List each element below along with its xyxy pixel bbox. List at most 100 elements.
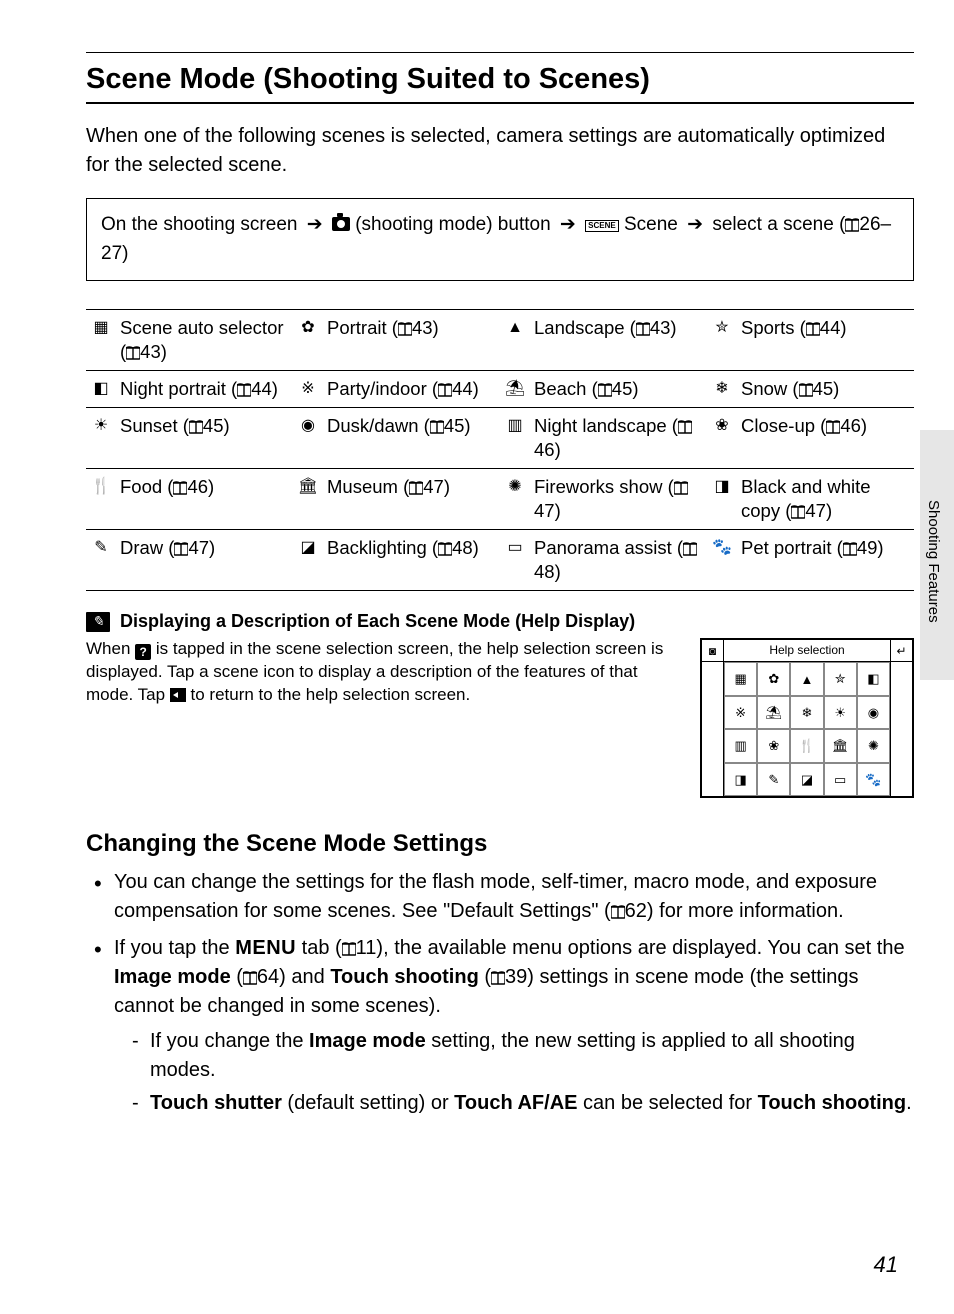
- scene-label: Sports (44): [741, 316, 910, 340]
- book-icon: [806, 322, 820, 336]
- scene-cell: ◪ Backlighting (48): [293, 530, 500, 591]
- text-frag: tab (: [296, 937, 342, 959]
- scene-cell: ❀Close-up (46): [707, 408, 914, 469]
- text-frag: can be selected for: [578, 1092, 758, 1114]
- help-text: When ? is tapped in the scene selection …: [86, 638, 682, 798]
- scene-cell: ▭Panorama assist (48): [500, 530, 707, 591]
- book-icon: [409, 481, 423, 495]
- book-icon: [173, 481, 187, 495]
- scene-label: Snow (45): [741, 377, 910, 401]
- text-frag: 11), the available menu options are disp…: [356, 937, 905, 959]
- hs-grid-icon: ◧: [857, 662, 890, 696]
- back-icon: [170, 688, 186, 702]
- dash-item: Touch shutter (default setting) or Touch…: [132, 1089, 914, 1118]
- hs-grid-icon: ▦: [724, 662, 757, 696]
- text-frag: 64) and: [257, 966, 330, 988]
- scene-cell: ✮ Sports (44): [707, 310, 914, 371]
- book-icon: [598, 383, 612, 397]
- hs-grid-icon: ✎: [757, 763, 790, 797]
- sports-icon: ✮: [711, 316, 733, 340]
- backlighting-icon: ◪: [297, 536, 319, 560]
- bold-term: Image mode: [309, 1030, 426, 1052]
- nav-scene-word: Scene: [624, 214, 678, 235]
- scene-cell: ◧Night portrait (44): [86, 371, 293, 408]
- book-icon: [845, 218, 859, 232]
- scene-label: Night landscape (46): [534, 414, 703, 462]
- beach-icon: ⛱: [504, 377, 526, 401]
- hs-grid-icon: 🍴: [790, 729, 823, 763]
- scene-cell: ❄Snow (45): [707, 371, 914, 408]
- intro-paragraph: When one of the following scenes is sele…: [86, 122, 914, 180]
- scene-label: Backlighting (48): [327, 536, 496, 560]
- scene-cell: ◨Black and white copy (47): [707, 469, 914, 530]
- hs-grid-icon: ※: [724, 696, 757, 730]
- scene-label: Pet portrait (49): [741, 536, 910, 560]
- sunset-icon: ☀: [90, 414, 112, 438]
- scene-cell: ⛱Beach (45): [500, 371, 707, 408]
- arrow-icon: ➔: [687, 214, 703, 235]
- scene-cell: ▥Night landscape (46): [500, 408, 707, 469]
- dash-item: If you change the Image mode setting, th…: [132, 1027, 914, 1085]
- night-landscape-icon: ▥: [504, 414, 526, 462]
- scene-cell: 🏛Museum (47): [293, 469, 500, 530]
- bullet-item: You can change the settings for the flas…: [86, 868, 914, 926]
- scene-cell: ※Party/indoor (44): [293, 371, 500, 408]
- help-text-frag: to return to the help selection screen.: [186, 685, 470, 704]
- arrow-icon: ➔: [307, 214, 323, 235]
- scene-label: Fireworks show (47): [534, 475, 703, 523]
- hs-grid-icon: ✮: [824, 662, 857, 696]
- hs-icon-grid: ▦✿▲✮◧※⛱❄☀◉▥❀🍴🏛✺◨✎◪▭🐾: [724, 662, 890, 796]
- book-icon: [491, 971, 505, 985]
- bold-term: Touch shooting: [758, 1092, 907, 1114]
- question-icon: ?: [135, 644, 151, 660]
- hs-title: Help selection: [724, 640, 890, 661]
- hs-grid-icon: ▭: [824, 763, 857, 797]
- book-icon: [799, 383, 813, 397]
- hs-back-icon: ↵: [890, 640, 912, 661]
- scene-label: Draw (47): [120, 536, 289, 560]
- book-icon: [438, 383, 452, 397]
- book-icon: [438, 542, 452, 556]
- book-icon: [237, 383, 251, 397]
- scene-label: Sunset (45): [120, 414, 289, 438]
- help-text-frag: When: [86, 639, 135, 658]
- scene-table: ▦Scene auto selector (43)✿Portrait (43)▲…: [86, 309, 914, 591]
- scene-label: Dusk/dawn (45): [327, 414, 496, 438]
- top-rule: [86, 52, 914, 53]
- bold-term: Touch shooting: [330, 966, 479, 988]
- scene-icon: SCENE: [585, 220, 619, 232]
- bullet-item: If you tap the MENU tab (11), the availa…: [86, 934, 914, 1118]
- book-icon: [843, 542, 857, 556]
- bold-term: Image mode: [114, 966, 231, 988]
- book-icon: [243, 971, 257, 985]
- hs-grid-icon: ❄: [790, 696, 823, 730]
- text-frag: (default setting) or: [282, 1092, 454, 1114]
- hs-grid-icon: ⛱: [757, 696, 790, 730]
- scene-cell: ☀ Sunset (45): [86, 408, 293, 469]
- page-title: Scene Mode (Shooting Suited to Scenes): [86, 63, 914, 104]
- scene-auto-icon: ▦: [90, 316, 112, 364]
- book-icon: [430, 420, 444, 434]
- book-icon: [826, 420, 840, 434]
- text-frag: (: [231, 966, 243, 988]
- scene-cell: ▦Scene auto selector (43): [86, 310, 293, 371]
- scene-cell: ✺Fireworks show (47): [500, 469, 707, 530]
- changing-list: You can change the settings for the flas…: [86, 868, 914, 1118]
- help-title: Displaying a Description of Each Scene M…: [120, 611, 635, 632]
- hs-grid-icon: ▲: [790, 662, 823, 696]
- nav-prefix: On the shooting screen: [101, 214, 297, 235]
- scene-label: Close-up (46): [741, 414, 910, 438]
- scene-label: Party/indoor (44): [327, 377, 496, 401]
- book-icon: [174, 542, 188, 556]
- fireworks-icon: ✺: [504, 475, 526, 523]
- scene-label: Black and white copy (47): [741, 475, 910, 523]
- scene-cell: 🍴Food (46): [86, 469, 293, 530]
- hs-left-rail: [702, 662, 724, 796]
- nav-select: select a scene: [712, 214, 833, 235]
- side-section-label: Shooting Features: [925, 500, 942, 623]
- landscape-icon: ▲: [504, 316, 526, 340]
- book-icon: [398, 322, 412, 336]
- scene-label: Landscape (43): [534, 316, 703, 340]
- hs-grid-icon: ◨: [724, 763, 757, 797]
- book-icon: [791, 505, 805, 519]
